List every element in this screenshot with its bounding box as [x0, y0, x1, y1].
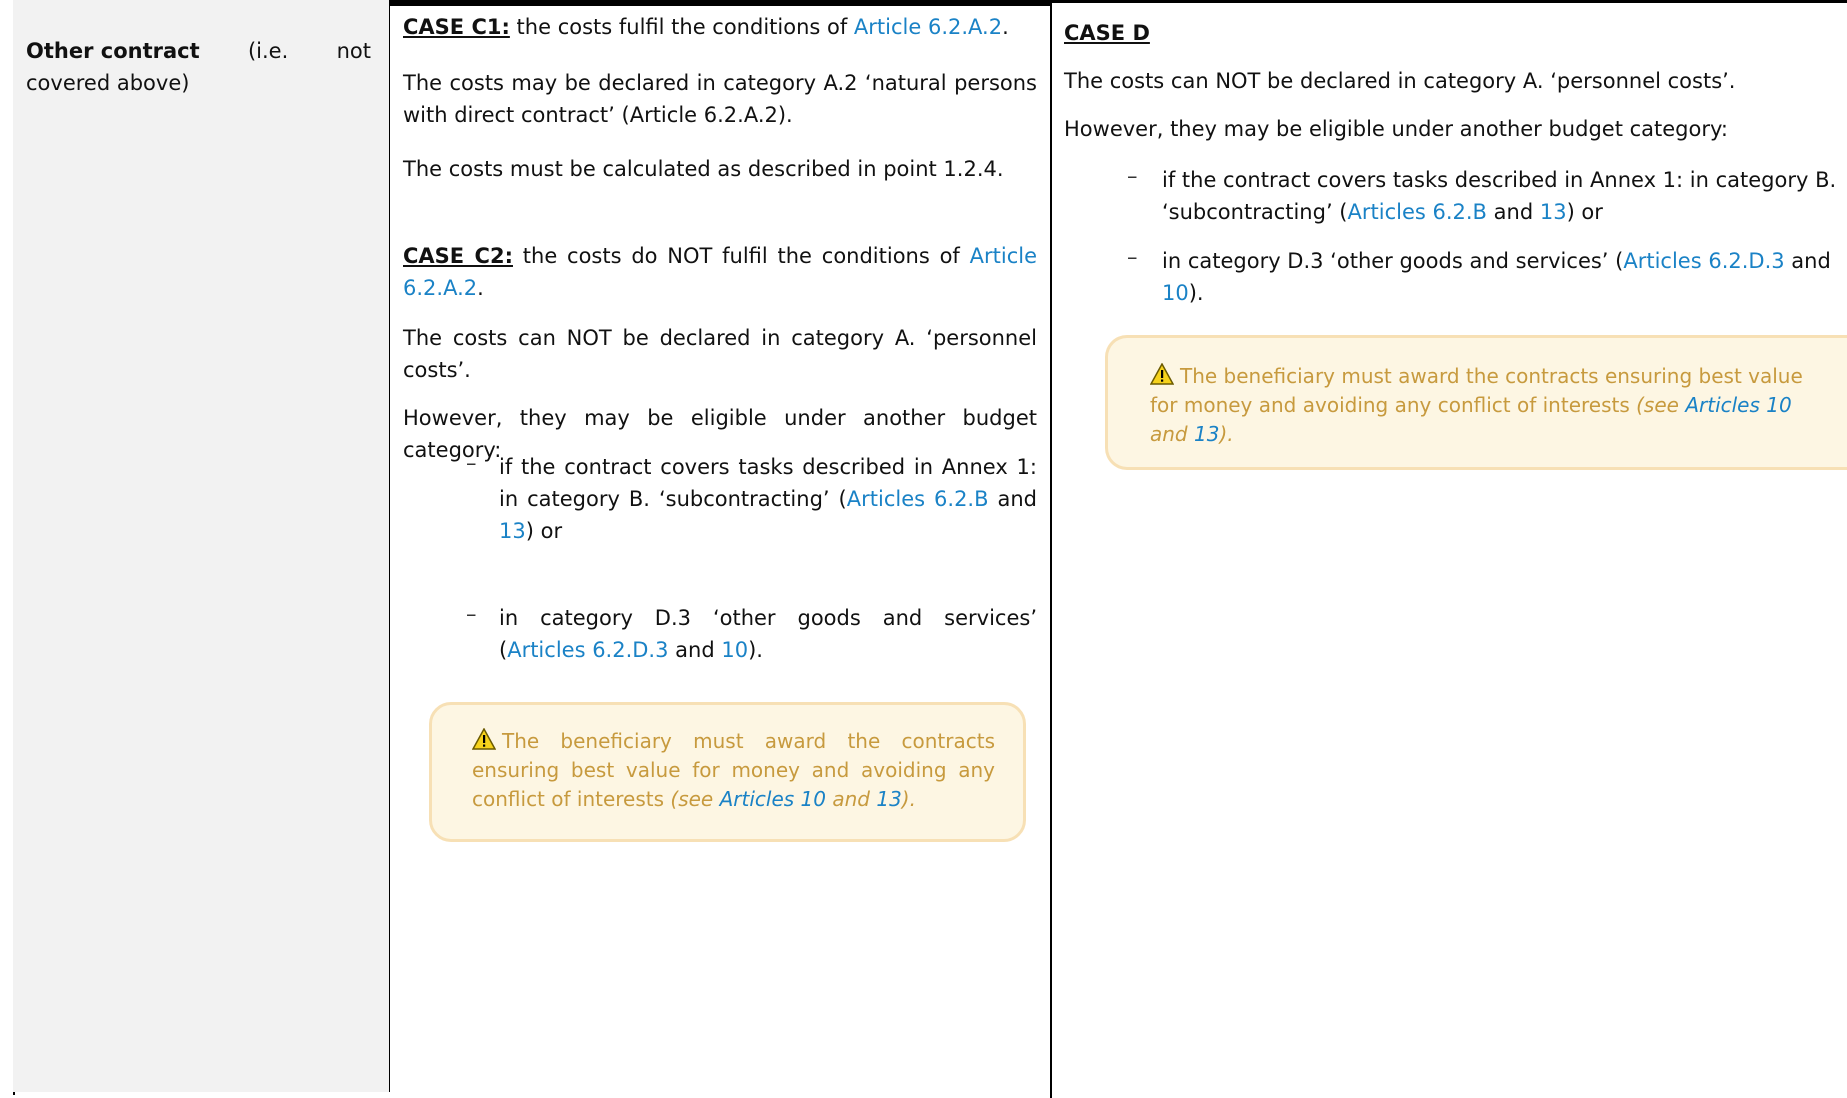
case-d-note-link-2[interactable]: 13	[1194, 422, 1219, 446]
case-d-paragraph-1: The costs can NOT be declared in categor…	[1064, 69, 1736, 93]
case-c2-note-end: ).	[901, 787, 916, 811]
case-c2-list-item-1: if the contract covers tasks described i…	[499, 451, 1037, 547]
case-c2-note-link-1[interactable]: Articles 10	[720, 787, 826, 811]
case-d-item2-text: in category D.3 ‘other goods and service…	[1162, 249, 1624, 273]
case-d-heading: CASE D	[1064, 17, 1847, 49]
case-c2-note-link-2[interactable]: 13	[876, 787, 901, 811]
case-d-note-see: (see	[1636, 393, 1686, 417]
case-d-note-link-1[interactable]: Articles 10	[1685, 393, 1791, 417]
row-label-part-2: not	[336, 39, 371, 63]
case-d-list-item-1: if the contract covers tasks described i…	[1162, 164, 1847, 228]
case-c2-note-and: and	[826, 787, 877, 811]
case-c1-paragraph-3: The costs must be calculated as describe…	[403, 157, 1004, 181]
case-d-item1-link-1[interactable]: Articles 6.2.B	[1348, 200, 1487, 224]
case-d-title: CASE D	[1064, 21, 1150, 45]
case-c2-end: .	[477, 276, 484, 300]
case-c1-paragraph-2: The costs may be declared in category A.…	[403, 71, 1037, 127]
case-d-item1-line-1: if the contract covers tasks described i…	[1162, 168, 1837, 192]
case-c2-item2-end: ).	[748, 638, 763, 662]
case-d-item1-line2-text: ‘subcontracting’ (	[1162, 200, 1348, 224]
case-d-item2-line-2: 10).	[1162, 277, 1847, 309]
case-c2-intro: the costs do NOT fulfil the conditions o…	[512, 244, 970, 268]
document-page: Other contract (i.e. not covered above) …	[0, 0, 1847, 1098]
row-label-line-2: covered above)	[26, 71, 190, 95]
case-c1-article-link[interactable]: Article 6.2.A.2	[854, 15, 1002, 39]
case-d-note-and: and	[1150, 422, 1194, 446]
row-label: Other contract (i.e. not covered above)	[26, 35, 371, 99]
case-d-item2-mid: and	[1784, 249, 1831, 273]
case-c2-item2-mid: and	[668, 638, 722, 662]
case-c2-warning-note: The beneficiary must award the contracts…	[429, 702, 1026, 842]
case-c2-paragraph-2: The costs can NOT be declared in categor…	[403, 326, 1037, 382]
case-d-item2-link-2[interactable]: 10	[1162, 281, 1189, 305]
case-d-item1-end: ) or	[1566, 200, 1603, 224]
dash-icon: –	[466, 451, 477, 475]
case-c2-item1-link-2[interactable]: 13	[499, 519, 526, 543]
case-c1-end: .	[1002, 15, 1009, 39]
case-d-item2-end: ).	[1188, 281, 1204, 305]
warning-icon	[1150, 363, 1174, 385]
case-d-item2-link-1[interactable]: Articles 6.2.D.3	[1623, 249, 1784, 273]
case-d-note-end: ).	[1219, 422, 1234, 446]
case-d-warning-note: The beneficiary must award the contracts…	[1105, 335, 1847, 470]
dash-icon: –	[466, 602, 477, 626]
case-c2-item1-end: ) or	[525, 519, 563, 543]
case-c2-item1-link-1[interactable]: Articles 6.2.B	[847, 487, 989, 511]
case-d-item1-line-2: ‘subcontracting’ (Articles 6.2.B and 13)…	[1162, 196, 1847, 228]
case-c1-heading: CASE C1: the costs fulfil the conditions…	[403, 11, 1037, 43]
case-c2-item2-link-1[interactable]: Articles 6.2.D.3	[507, 638, 668, 662]
case-d-item1-mid: and	[1486, 200, 1540, 224]
case-d-item2-line-1: in category D.3 ‘other goods and service…	[1162, 245, 1847, 277]
dash-icon: –	[1127, 164, 1138, 188]
case-c2-item1-mid: and	[988, 487, 1037, 511]
case-d-paragraph-2: However, they may be eligible under anot…	[1064, 117, 1728, 141]
warning-icon	[472, 728, 496, 750]
case-c2-heading: CASE C2: the costs do NOT fulfil the con…	[403, 240, 1037, 304]
row-label-bold: Other contract	[26, 39, 200, 63]
case-c1-intro: the costs fulfil the conditions of	[509, 15, 854, 39]
row-label-part-1: (i.e.	[247, 39, 289, 63]
case-c2-title: CASE C2:	[403, 244, 513, 268]
case-c2-note-see: (see	[670, 787, 720, 811]
case-c1-title: CASE C1:	[403, 15, 510, 39]
case-d-list-item-2: in category D.3 ‘other goods and service…	[1162, 245, 1847, 309]
dash-icon: –	[1127, 245, 1138, 269]
row-label-cell	[13, 0, 390, 1092]
case-c2-item2-link-2[interactable]: 10	[721, 638, 748, 662]
case-c2-list-item-2: in category D.3 ‘other goods and service…	[499, 602, 1037, 666]
case-d-item1-link-2[interactable]: 13	[1540, 200, 1567, 224]
